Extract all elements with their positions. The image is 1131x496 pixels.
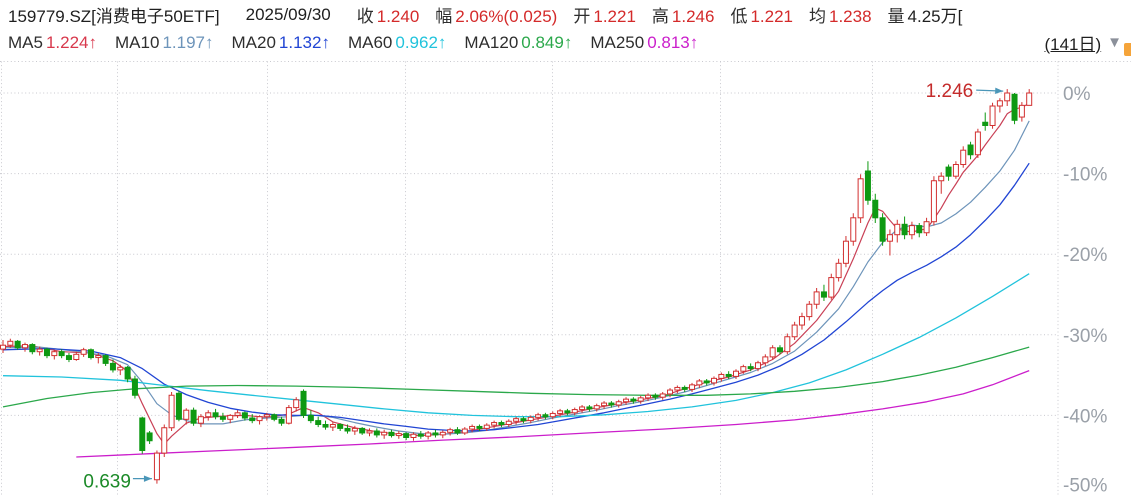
candlestick-chart[interactable]: 0% -10% -20% -30% -40% -50% 1.246 0.639	[0, 0, 1131, 496]
ma-indicator-bar: MA5 1.224↑ MA10 1.197↑ MA20 1.132↑ MA60 …	[8, 29, 1131, 56]
grid-layer	[0, 62, 1131, 496]
axis-labels: 0% -10% -20% -30% -40% -50%	[1063, 84, 1107, 496]
ma10-indicator: MA10 1.197↑	[115, 33, 213, 53]
annotations: 1.246 0.639	[83, 81, 1003, 493]
svg-text:-10%: -10%	[1063, 165, 1107, 186]
svg-text:0.639: 0.639	[83, 472, 131, 493]
visible-range-label[interactable]: (141日)	[1044, 30, 1101, 55]
field-change: 幅 2.06%(0.025)	[435, 2, 557, 27]
ma-lines-layer	[3, 103, 1029, 457]
chevron-down-icon[interactable]: ▼	[1107, 35, 1122, 50]
field-volume: 量 4.25万[	[888, 2, 963, 27]
svg-text:-40%: -40%	[1063, 406, 1107, 427]
quote-date: 2025/09/30	[246, 5, 331, 25]
ma5-indicator: MA5 1.224↑	[8, 33, 97, 53]
candles-layer	[1, 89, 1032, 484]
svg-text:0%: 0%	[1063, 84, 1091, 105]
svg-text:-50%: -50%	[1063, 476, 1107, 496]
field-open: 开 1.221	[573, 2, 636, 27]
ma20-indicator: MA20 1.132↑	[231, 33, 329, 53]
field-low: 低 1.221	[730, 2, 793, 27]
header-info-bar: 159779.SZ[消费电子50ETF] 2025/09/30 收 1.240 …	[8, 1, 1131, 28]
ma60-indicator: MA60 0.962↑	[348, 33, 446, 53]
kline-app-window: { "header": { "symbol": "159779.SZ[消费电子5…	[0, 0, 1131, 496]
clipped-panel-icon[interactable]	[1124, 43, 1131, 56]
field-avg: 均 1.238	[809, 2, 872, 27]
svg-text:-30%: -30%	[1063, 326, 1107, 347]
visible-range-control: (141日) ▼	[1044, 29, 1122, 56]
ma120-indicator: MA120 0.849↑	[464, 33, 572, 53]
svg-text:-20%: -20%	[1063, 245, 1107, 266]
field-high: 高 1.246	[652, 2, 715, 27]
symbol-title: 159779.SZ[消费电子50ETF]	[8, 2, 220, 27]
field-close: 收 1.240	[357, 2, 420, 27]
svg-text:1.246: 1.246	[926, 81, 974, 102]
ma250-indicator: MA250 0.813↑	[590, 33, 698, 53]
